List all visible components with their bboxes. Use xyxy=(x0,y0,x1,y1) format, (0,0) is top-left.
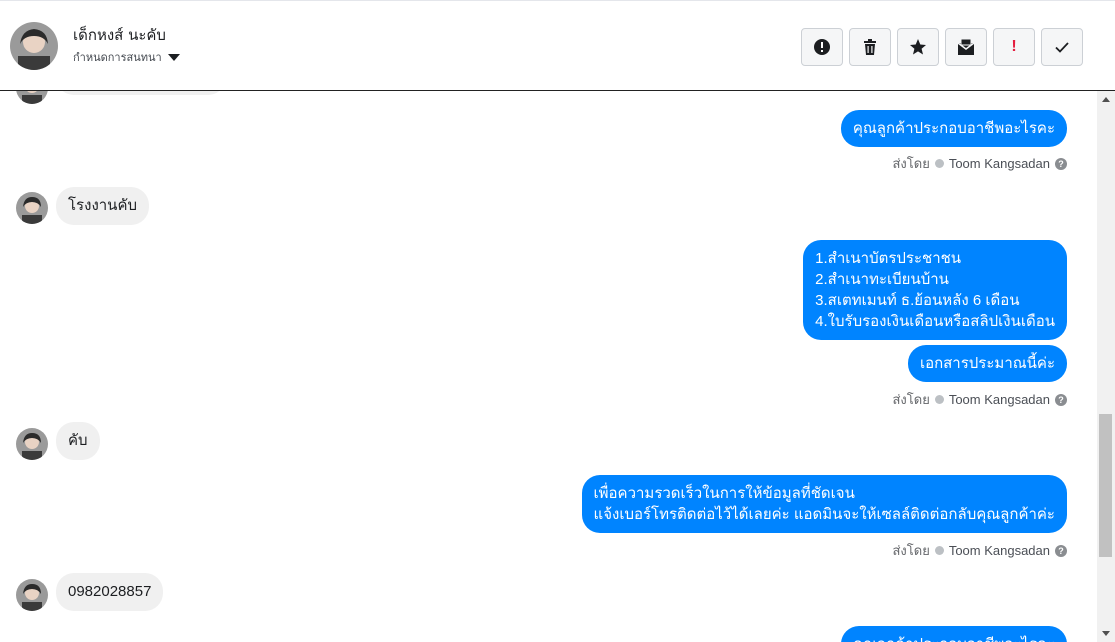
incoming-message-phone: 0982028857 xyxy=(56,573,164,611)
sent-by-label: ส่งโดย xyxy=(892,156,930,171)
messenger-window: เด็กหงส์ นะคับ กำหนดการสนทนา ! คุณลูกค้า… xyxy=(0,0,1115,642)
help-icon[interactable]: ? xyxy=(1055,393,1067,406)
outgoing-message: เอกสารประมาณนี้ค่ะ xyxy=(907,345,1067,382)
scroll-up-arrow-icon[interactable] xyxy=(1102,97,1110,102)
conversation-actions: ! xyxy=(801,28,1083,66)
spam-button[interactable]: ! xyxy=(993,28,1035,66)
sent-by-info: ส่งโดย Toom Kangsadan ? xyxy=(892,389,1067,410)
sent-by-label: ส่งโดย xyxy=(892,543,930,558)
contact-avatar-small xyxy=(16,91,48,104)
assign-label: กำหนดการสนทนา xyxy=(73,51,162,64)
outgoing-message: คุณลูกค้าประกอบอาชีพอะไรคะ xyxy=(840,110,1067,147)
page-badge-icon xyxy=(934,395,944,404)
outgoing-message-documents: 1.สำเนาบัตรประชาชน 2.สำเนาทะเบียนบ้าน 3.… xyxy=(803,240,1067,340)
sent-by-info: ส่งโดย Toom Kangsadan ? xyxy=(892,153,1067,174)
report-button[interactable] xyxy=(801,28,843,66)
delete-button[interactable] xyxy=(849,28,891,66)
incoming-message: โรงงานคับ xyxy=(56,187,149,225)
done-button[interactable] xyxy=(1041,28,1083,66)
mark-unread-button[interactable] xyxy=(945,28,987,66)
trash-icon xyxy=(864,39,876,55)
page-badge-icon xyxy=(934,159,944,168)
scroll-down-arrow-icon[interactable] xyxy=(1102,631,1110,636)
outgoing-message-partial: คุณลูกค้าประกอบอาชีพอะไรคะ xyxy=(840,626,1067,642)
message-line: แจ้งเบอร์โทรติดต่อไว้ได้เลยค่ะ แอดมินจะใ… xyxy=(593,506,1055,523)
report-icon xyxy=(814,39,830,55)
spam-icon: ! xyxy=(1011,38,1017,55)
incoming-message-partial xyxy=(56,91,226,95)
contact-name: เด็กหงส์ นะคับ xyxy=(73,26,166,44)
message-line: 2.สำเนาทะเบียนบ้าน xyxy=(815,271,949,288)
conversation-header: เด็กหงส์ นะคับ กำหนดการสนทนา ! xyxy=(0,0,1115,91)
contact-avatar[interactable] xyxy=(10,22,58,70)
mark-unread-icon xyxy=(957,38,975,55)
contact-avatar-small xyxy=(16,192,48,224)
message-line: 4.ใบรับรองเงินเดือนหรือสลิปเงินเดือน xyxy=(815,313,1055,330)
star-button[interactable] xyxy=(897,28,939,66)
scrollbar-thumb[interactable] xyxy=(1099,414,1112,557)
message-line: เพื่อความรวดเร็วในการให้ข้อมูลที่ชัดเจน xyxy=(593,485,855,502)
incoming-message: คับ xyxy=(56,422,100,460)
caret-down-icon xyxy=(167,53,180,61)
message-line: 3.สเตทเมนท์ ธ.ย้อนหลัง 6 เดือน xyxy=(815,292,1020,309)
contact-avatar-small xyxy=(16,579,48,611)
help-icon[interactable]: ? xyxy=(1055,157,1067,170)
sender-name[interactable]: Toom Kangsadan xyxy=(949,156,1050,171)
page-badge-icon xyxy=(934,546,944,555)
message-thread[interactable]: คุณลูกค้าประกอบอาชีพอะไรคะ ส่งโดย Toom K… xyxy=(0,91,1097,642)
thread-scrollbar[interactable] xyxy=(1097,91,1115,642)
star-icon xyxy=(910,39,926,55)
sender-name[interactable]: Toom Kangsadan xyxy=(949,543,1050,558)
message-line: 1.สำเนาบัตรประชาชน xyxy=(815,250,962,267)
outgoing-message-contact: เพื่อความรวดเร็วในการให้ข้อมูลที่ชัดเจน … xyxy=(581,475,1067,533)
done-check-icon xyxy=(1055,42,1069,53)
sent-by-info: ส่งโดย Toom Kangsadan ? xyxy=(892,540,1067,561)
help-icon[interactable]: ? xyxy=(1055,544,1067,557)
contact-avatar-small xyxy=(16,428,48,460)
sent-by-label: ส่งโดย xyxy=(892,392,930,407)
sender-name[interactable]: Toom Kangsadan xyxy=(949,392,1050,407)
assign-conversation-dropdown[interactable]: กำหนดการสนทนา xyxy=(73,48,180,66)
